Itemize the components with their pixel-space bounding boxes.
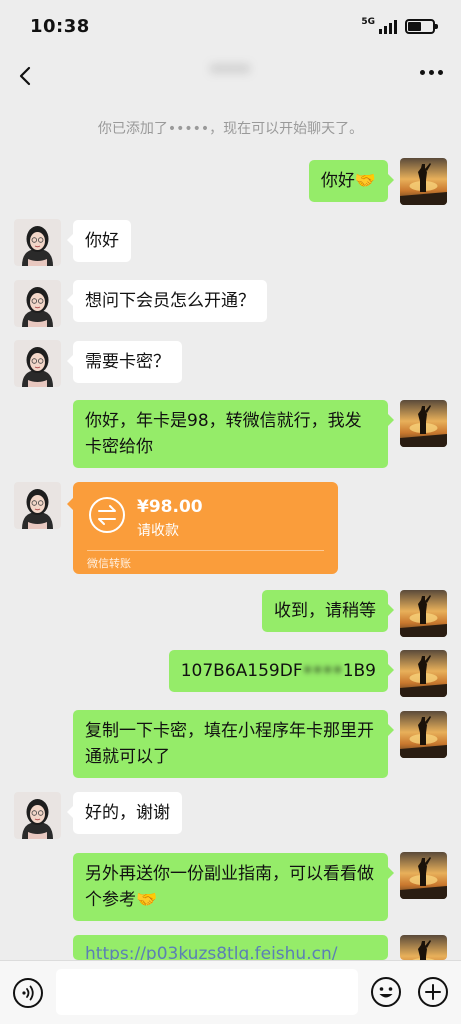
transfer-arrows-icon — [89, 497, 125, 533]
transfer-label: 微信转账 — [87, 557, 131, 570]
battery-icon — [405, 18, 438, 34]
divider — [87, 550, 324, 551]
message-text: 你好🤝 — [320, 171, 376, 191]
message-bubble-self[interactable]: 复制一下卡密，填在小程序年卡那里开通就可以了 — [73, 710, 394, 778]
self-avatar[interactable] — [400, 711, 447, 758]
message-bubble-contact[interactable]: 你好 — [67, 220, 131, 262]
transfer-card[interactable]: ¥98.00 请收款 微信转账 — [67, 482, 338, 574]
signal-icon: 5G — [361, 18, 397, 34]
message-bubble-self[interactable]: 另外再送你一份副业指南，可以看看做个参考🤝 — [73, 853, 394, 921]
link-text[interactable]: https://p03kuzs8tlq.feishu.cn/ — [85, 944, 337, 960]
message-text: 收到，请稍等 — [274, 601, 376, 621]
message-bubble-contact[interactable]: 好的，谢谢 — [67, 792, 182, 834]
self-avatar[interactable] — [400, 400, 447, 447]
chevron-left-icon[interactable] — [12, 62, 40, 90]
message-text: 另外再送你一份副业指南，可以看看做个参考🤝 — [85, 864, 374, 910]
message-text: 想问下会员怎么开通？ — [85, 291, 255, 311]
message-input[interactable] — [56, 969, 358, 1015]
status-bar: 10:38 5G — [0, 0, 461, 52]
status-indicators: 5G — [361, 18, 438, 34]
system-message: 你已添加了•••••，现在可以开始聊天了。 — [97, 121, 364, 137]
message-text: 107B6A159DF — [180, 661, 303, 681]
emoji-icon[interactable] — [370, 976, 402, 1008]
plus-icon[interactable] — [417, 976, 449, 1008]
message-bubble-self[interactable]: 收到，请稍等 — [262, 590, 394, 632]
contact-avatar[interactable] — [14, 340, 61, 387]
transfer-status: 请收款 — [137, 523, 179, 539]
input-bar — [0, 960, 461, 1024]
message-text: 你好，年卡是98，转微信就行，我发卡密给你 — [85, 411, 362, 457]
contact-avatar[interactable] — [14, 792, 61, 839]
message-bubble-self[interactable]: https://p03kuzs8tlq.feishu.cn/ — [73, 935, 388, 960]
message-text: 好的，谢谢 — [85, 803, 170, 823]
self-avatar[interactable] — [400, 935, 447, 960]
message-text-end: 1B9 — [342, 661, 376, 681]
transfer-amount: ¥98.00 — [137, 497, 203, 517]
self-avatar[interactable] — [400, 158, 447, 205]
self-avatar[interactable] — [400, 650, 447, 697]
nav-bar: •••• — [0, 52, 461, 100]
contact-avatar[interactable] — [14, 482, 61, 529]
status-time: 10:38 — [30, 15, 90, 37]
self-avatar[interactable] — [400, 852, 447, 899]
contact-avatar[interactable] — [14, 280, 61, 327]
contact-avatar[interactable] — [14, 219, 61, 266]
message-bubble-self[interactable]: 你好，年卡是98，转微信就行，我发卡密给你 — [73, 400, 394, 468]
message-text: 你好 — [85, 231, 119, 251]
self-avatar[interactable] — [400, 590, 447, 637]
redacted-text: •••• — [302, 661, 343, 681]
network-type: 5G — [361, 17, 375, 27]
message-text: 需要卡密？ — [85, 352, 170, 372]
voice-icon[interactable] — [12, 977, 44, 1009]
chat-title: •••• — [209, 60, 251, 80]
message-text: 复制一下卡密，填在小程序年卡那里开通就可以了 — [85, 721, 374, 767]
message-bubble-self[interactable]: 你好🤝 — [308, 160, 395, 202]
message-bubble-contact[interactable]: 想问下会员怎么开通？ — [67, 280, 267, 322]
message-bubble-contact[interactable]: 需要卡密？ — [67, 341, 182, 383]
message-bubble-self[interactable]: 107B6A159DF••••1B9 — [168, 650, 395, 692]
more-dots-icon[interactable] — [420, 70, 443, 75]
